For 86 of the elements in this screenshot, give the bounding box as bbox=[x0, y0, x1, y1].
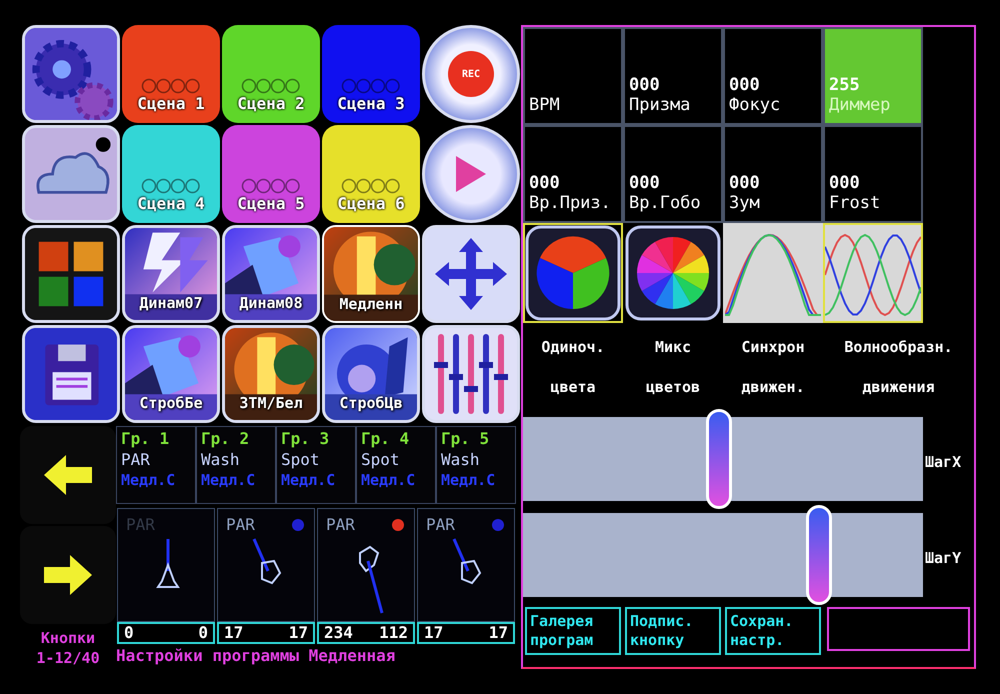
mixer-sliders-icon bbox=[431, 332, 511, 416]
mode-button[interactable] bbox=[523, 223, 623, 323]
fixture-label: PAR bbox=[326, 515, 355, 534]
mode-label: Волнообразн. bbox=[843, 338, 954, 356]
scene-slots-icon bbox=[141, 78, 201, 94]
color-palette-button[interactable] bbox=[22, 225, 120, 323]
program-button[interactable]: Медленн bbox=[322, 225, 420, 323]
page-label: Кнопки 1-12/40 bbox=[35, 628, 101, 668]
action-button[interactable]: Галерея програм bbox=[525, 607, 621, 655]
group-cell[interactable]: Гр. 1 PAR Медл.С bbox=[116, 426, 196, 504]
action-button[interactable]: Сохран. настр. bbox=[725, 607, 821, 655]
scene-button[interactable]: Сцена 5 bbox=[222, 125, 320, 223]
parameter-button[interactable]: 000 Вр.Гобо bbox=[623, 125, 723, 223]
color-pie-icon bbox=[525, 225, 621, 321]
mode-label: Микс bbox=[654, 338, 692, 356]
play-icon bbox=[454, 154, 488, 194]
scene-slots-icon bbox=[341, 78, 401, 94]
settings-button[interactable] bbox=[22, 25, 120, 123]
tilt-value: 112 bbox=[379, 624, 408, 642]
program-button[interactable]: СтробБе bbox=[122, 325, 220, 423]
pan-value: 234 bbox=[324, 624, 353, 642]
fixture-cell[interactable]: PAR bbox=[317, 508, 415, 622]
group-cell[interactable]: Гр. 5 Wash Медл.С bbox=[436, 426, 516, 504]
left-arrow-icon bbox=[42, 453, 94, 497]
program-button[interactable]: Динам07 bbox=[122, 225, 220, 323]
record-label: REC bbox=[448, 51, 494, 97]
program-button[interactable]: ЗТМ/Бел bbox=[222, 325, 320, 423]
fixture-beam-drawing bbox=[358, 545, 386, 615]
pan-value: 0 bbox=[124, 624, 134, 642]
pan-value: 17 bbox=[224, 624, 244, 642]
right-arrow-icon bbox=[42, 553, 94, 597]
fixture-label: PAR bbox=[426, 515, 455, 534]
tilt-value: 0 bbox=[198, 624, 208, 642]
parameter-button[interactable]: 000 Зум bbox=[723, 125, 823, 223]
action-button[interactable]: Подпис. кнопку bbox=[625, 607, 721, 655]
tilt-value: 17 bbox=[288, 624, 308, 642]
gear-icon bbox=[25, 28, 117, 120]
mode-label: движения bbox=[861, 378, 936, 396]
fixture-beam-drawing bbox=[156, 537, 180, 589]
parameter-button[interactable]: 000 Вр.Приз. bbox=[523, 125, 623, 223]
mode-label: Одиноч. bbox=[540, 338, 606, 356]
previous-page-button[interactable] bbox=[20, 426, 116, 524]
status-text: Настройки программы Медленная bbox=[116, 646, 396, 665]
slider-label: ШагY bbox=[925, 549, 962, 567]
tilt-value: 17 bbox=[488, 624, 508, 642]
fixture-cell[interactable]: PAR bbox=[417, 508, 515, 622]
pan-value: 17 bbox=[424, 624, 444, 642]
group-cell[interactable]: Гр. 2 Wash Медл.С bbox=[196, 426, 276, 504]
next-page-button[interactable] bbox=[20, 526, 116, 624]
color-squares-icon bbox=[25, 228, 117, 320]
cloud-button[interactable] bbox=[22, 125, 120, 223]
slider-label: ШагX bbox=[925, 453, 962, 471]
mode-label: цветов bbox=[644, 378, 702, 396]
cloud-icon bbox=[25, 128, 117, 220]
parameter-button[interactable]: 000 Frost bbox=[823, 125, 923, 223]
scene-slots-icon bbox=[141, 178, 201, 194]
program-button[interactable]: СтробЦв bbox=[322, 325, 420, 423]
move-button[interactable] bbox=[422, 225, 520, 323]
parameter-button[interactable]: 000 Фокус bbox=[723, 27, 823, 125]
slider-thumb[interactable] bbox=[806, 505, 832, 605]
scene-slots-icon bbox=[341, 178, 401, 194]
scene-slots-icon bbox=[241, 78, 301, 94]
fixture-beam-drawing bbox=[251, 537, 282, 585]
step-slider[interactable] bbox=[523, 505, 923, 605]
mode-button[interactable] bbox=[623, 223, 723, 323]
scene-button[interactable]: Сцена 1 bbox=[122, 25, 220, 123]
slider-thumb[interactable] bbox=[706, 409, 732, 509]
fixture-cell[interactable]: PAR bbox=[217, 508, 315, 622]
scene-button[interactable]: Сцена 3 bbox=[322, 25, 420, 123]
save-button[interactable] bbox=[22, 325, 120, 423]
mode-label: движен. bbox=[740, 378, 806, 396]
fixture-beam-drawing bbox=[451, 537, 482, 585]
fixture-label: PAR bbox=[126, 515, 155, 534]
program-button[interactable]: Динам08 bbox=[222, 225, 320, 323]
mode-label: цвета bbox=[549, 378, 597, 396]
parameter-button[interactable]: 000 Призма bbox=[623, 27, 723, 125]
record-button[interactable]: REC bbox=[422, 25, 520, 123]
scene-slots-icon bbox=[241, 178, 301, 194]
group-cell[interactable]: Гр. 3 Spot Медл.С bbox=[276, 426, 356, 504]
fixture-label: PAR bbox=[226, 515, 255, 534]
mode-label: Синхрон bbox=[740, 338, 806, 356]
mixer-button[interactable] bbox=[422, 325, 520, 423]
color-wheel-icon bbox=[625, 225, 721, 321]
play-button[interactable] bbox=[422, 125, 520, 223]
group-cell[interactable]: Гр. 4 Spot Медл.С bbox=[356, 426, 436, 504]
parameter-button[interactable]: BPM bbox=[523, 27, 623, 125]
